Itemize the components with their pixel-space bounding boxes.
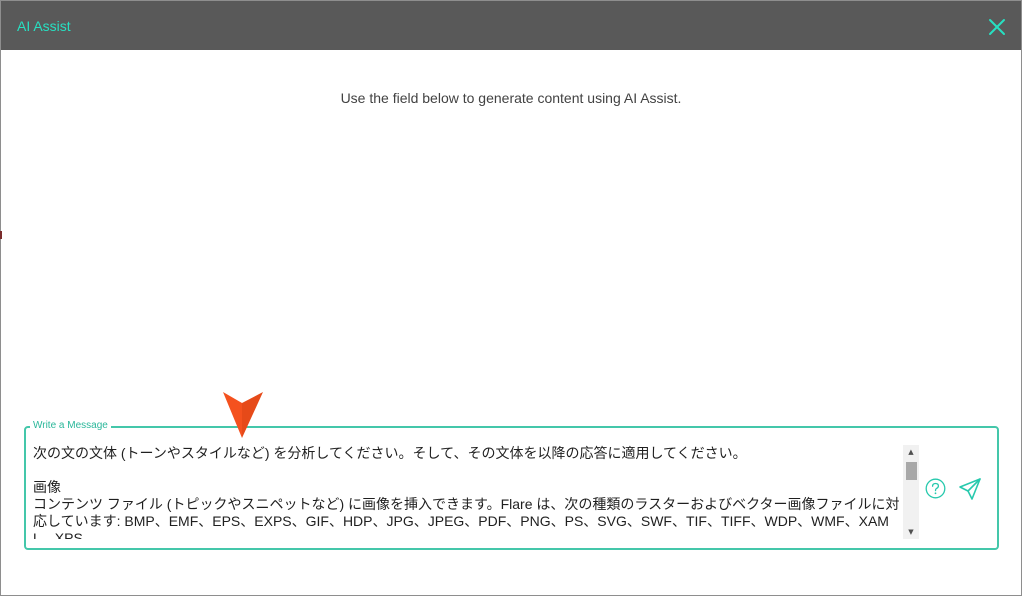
dialog-title: AI Assist xyxy=(17,18,71,34)
message-scrollbar[interactable]: ▲ ▼ xyxy=(903,445,919,539)
message-textarea[interactable]: 次の文の文体 (トーンやスタイルなど) を分析してください。そして、その文体を以… xyxy=(33,445,901,539)
close-icon xyxy=(989,19,1005,35)
edge-divider xyxy=(0,231,2,239)
dialog-titlebar: AI Assist xyxy=(1,1,1021,50)
send-button[interactable] xyxy=(958,477,982,501)
question-circle-icon xyxy=(925,478,946,499)
close-button[interactable] xyxy=(985,15,1009,39)
help-button[interactable] xyxy=(925,478,946,499)
scroll-up-arrow-icon[interactable]: ▲ xyxy=(903,445,919,459)
instructions-text: Use the field below to generate content … xyxy=(340,90,682,106)
message-box-label: Write a Message xyxy=(30,420,111,432)
pointer-arrow-icon xyxy=(223,392,263,438)
scroll-down-arrow-icon[interactable]: ▼ xyxy=(903,525,919,539)
scroll-thumb[interactable] xyxy=(906,462,917,480)
send-icon xyxy=(959,478,981,500)
